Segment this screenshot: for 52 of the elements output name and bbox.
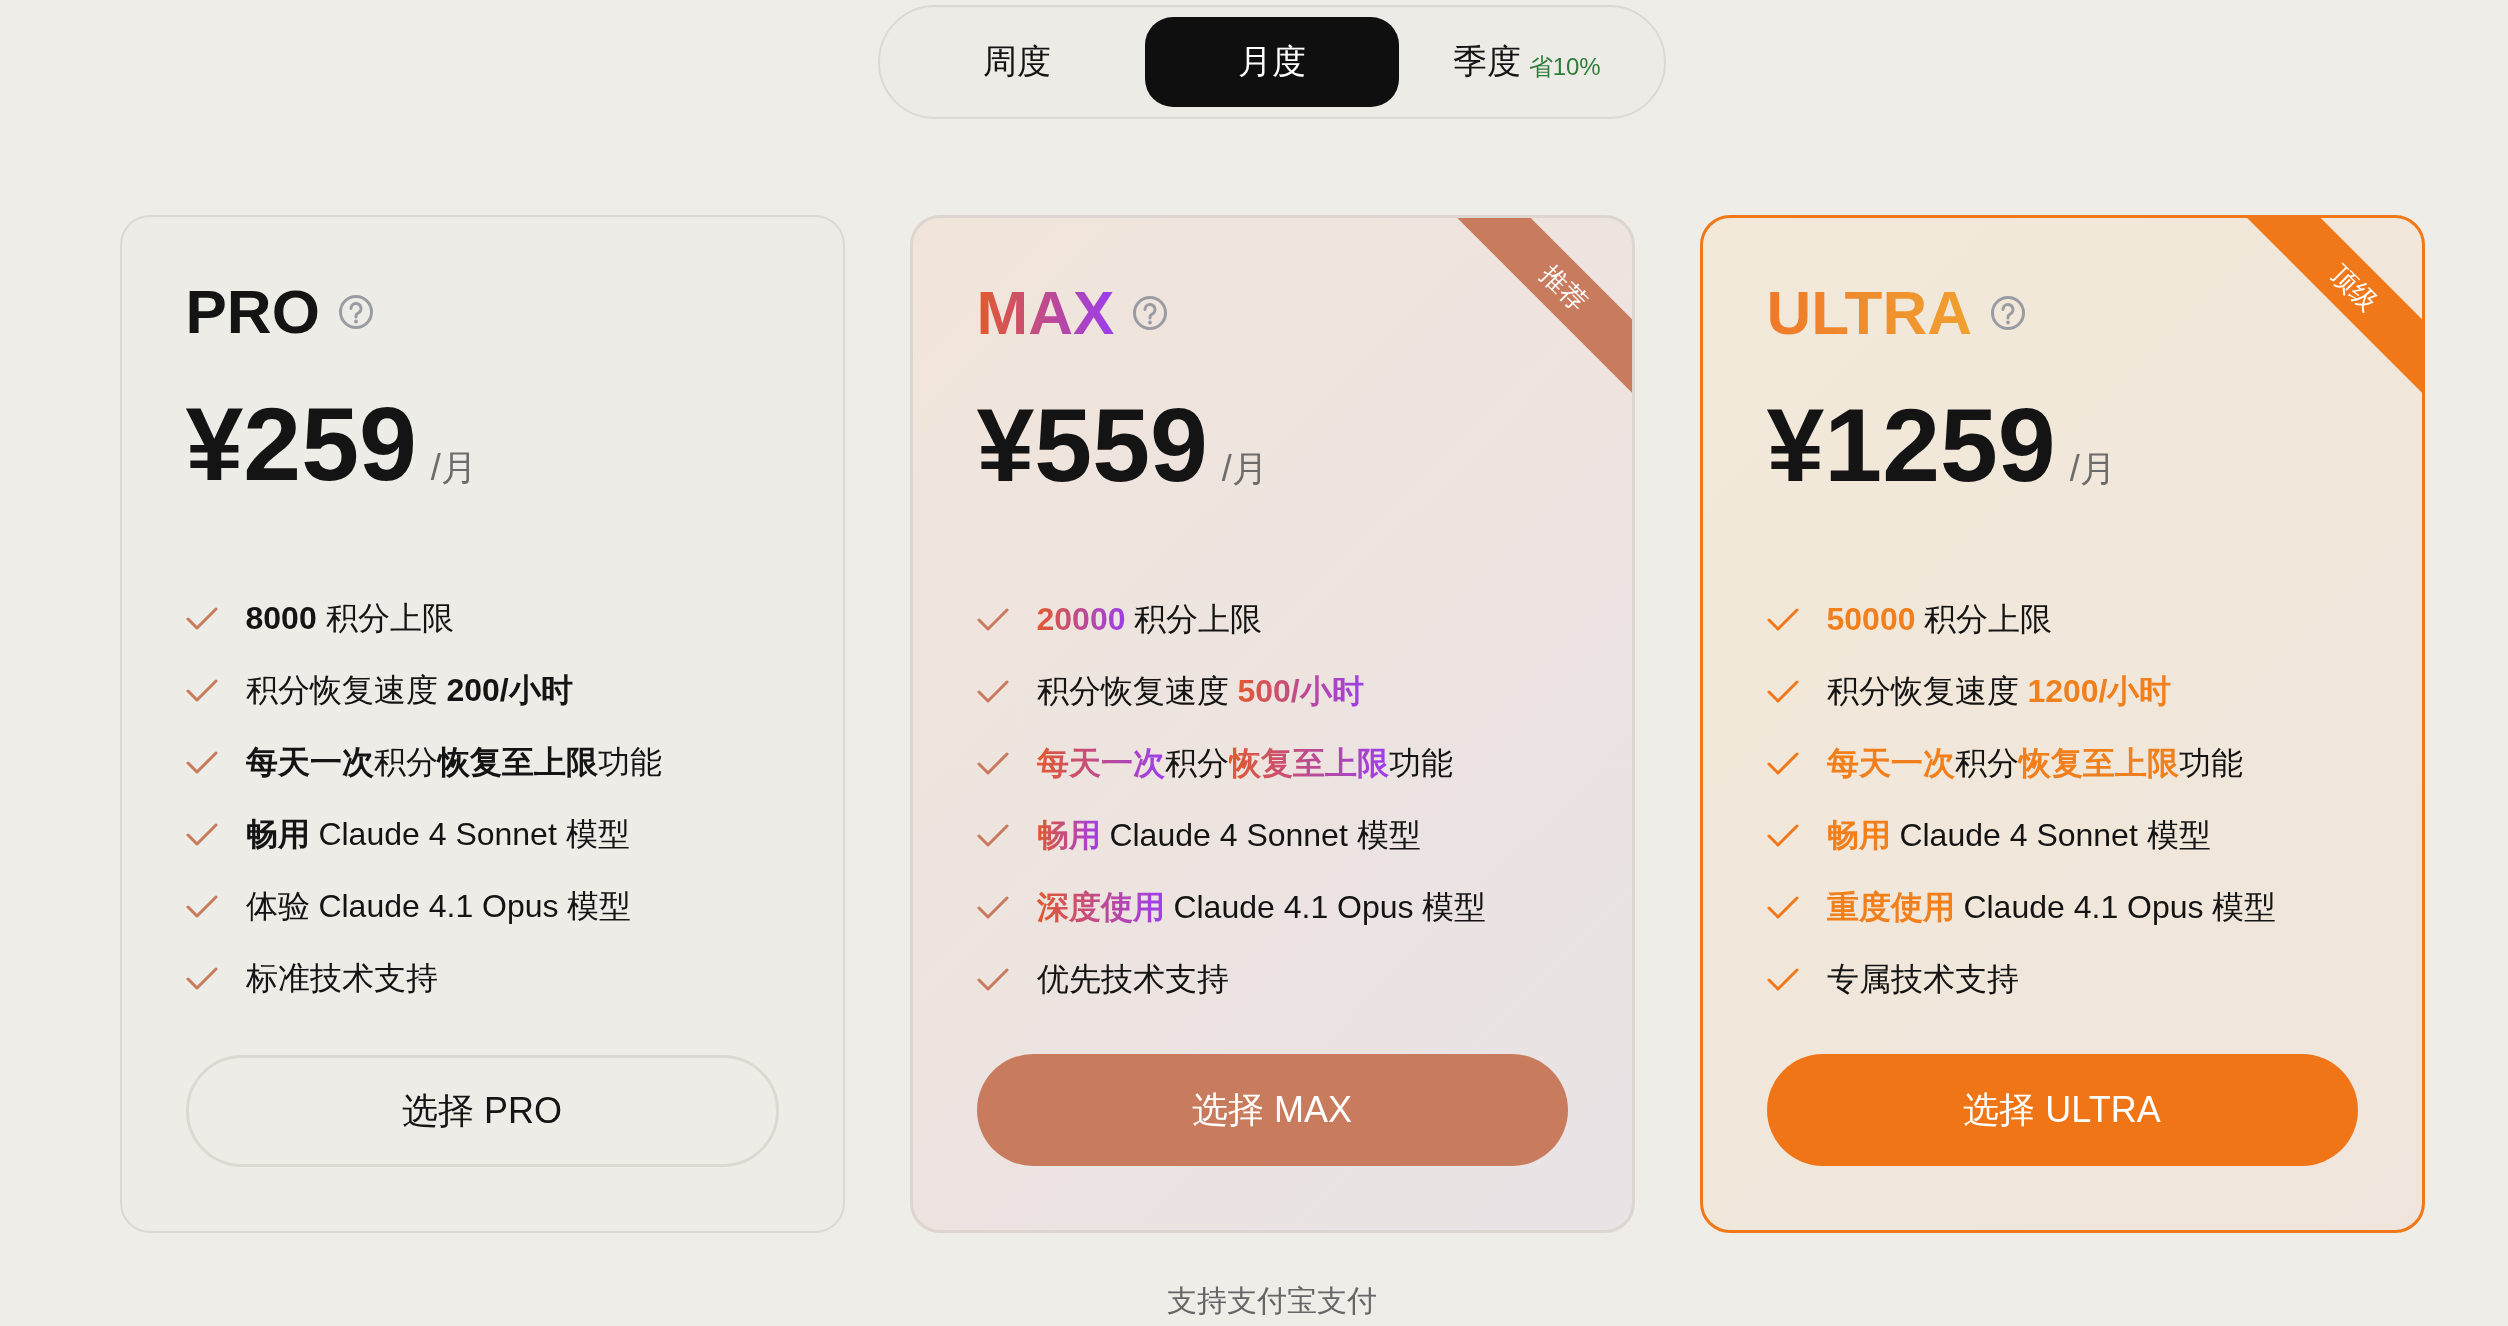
billing-tab[interactable]: 月度 (1144, 17, 1400, 107)
check-icon (185, 750, 218, 776)
feature-text: 专属技术支持 (1826, 960, 2019, 999)
payment-note: 支持支付宝支付 (1167, 1284, 1377, 1317)
billing-tab[interactable]: 周度 (890, 17, 1145, 107)
feature-text: 积分恢复速度 200/小时 (245, 671, 573, 710)
feature-text: 深度使用 Claude 4.1 Opus 模型 (1036, 887, 1487, 927)
billing-tab[interactable]: 季度 省10% (1399, 17, 1654, 107)
price-period: /月 (2069, 447, 2116, 492)
discount-label: 省10% (1528, 52, 1601, 82)
check-icon (1766, 607, 1799, 633)
feature-text: 积分恢复速度 1200/小时 (1826, 672, 2172, 711)
check-icon (1766, 751, 1799, 777)
feature-text: 积分恢复速度 500/小时 (1036, 671, 1364, 711)
feature-text: 畅用 Claude 4 Sonnet 模型 (245, 815, 630, 854)
feature-text: 每天一次积分恢复至上限功能 (245, 743, 662, 782)
check-icon (976, 607, 1009, 633)
check-icon (1766, 895, 1799, 921)
plan-name: PRO (185, 276, 320, 348)
select-plan-button[interactable]: 选择 PRO (185, 1055, 779, 1167)
help-icon[interactable] (1132, 295, 1169, 332)
check-icon (976, 895, 1009, 921)
feature-text: 每天一次积分恢复至上限功能 (1036, 743, 1453, 783)
help-icon[interactable] (337, 294, 374, 331)
price-period: /月 (1221, 447, 1268, 492)
feature-text: 体验 Claude 4.1 Opus 模型 (245, 887, 632, 926)
feature-text: 20000 积分上限 (1036, 599, 1263, 639)
check-icon (976, 679, 1009, 705)
check-icon (185, 966, 218, 992)
feature-text: 每天一次积分恢复至上限功能 (1826, 744, 2243, 783)
feature-text: 重度使用 Claude 4.1 Opus 模型 (1826, 888, 2277, 927)
help-icon[interactable] (1989, 295, 2026, 332)
feature-text: 8000 积分上限 (245, 599, 454, 638)
check-icon (185, 678, 218, 704)
check-icon (976, 967, 1009, 993)
plan-price: ¥1259 (1766, 386, 2056, 506)
feature-text: 50000 积分上限 (1826, 600, 2053, 639)
check-icon (976, 751, 1009, 777)
check-icon (1766, 967, 1799, 993)
feature-text: 优先技术支持 (1036, 960, 1229, 999)
plan-price: ¥559 (976, 386, 1208, 506)
check-icon (185, 894, 218, 920)
check-icon (185, 822, 218, 848)
price-period: /月 (430, 446, 477, 491)
feature-text: 畅用 Claude 4 Sonnet 模型 (1826, 816, 2211, 855)
check-icon (1766, 679, 1799, 705)
check-icon (1766, 823, 1799, 849)
check-icon (976, 823, 1009, 849)
feature-text: 畅用 Claude 4 Sonnet 模型 (1036, 815, 1421, 855)
plan-price: ¥259 (185, 385, 417, 505)
check-icon (185, 606, 218, 632)
feature-text: 标准技术支持 (245, 959, 438, 998)
